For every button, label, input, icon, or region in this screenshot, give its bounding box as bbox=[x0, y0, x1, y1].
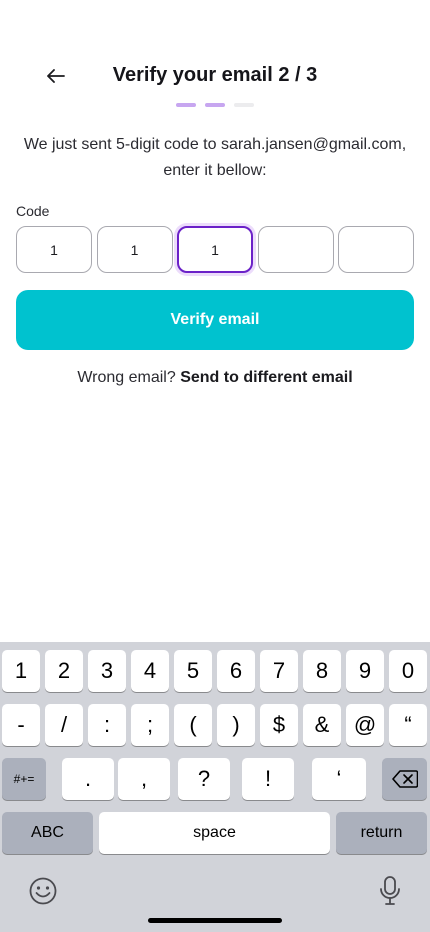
instructions-line-1: We just sent 5-digit code to sarah.janse… bbox=[23, 136, 407, 153]
code-input-row: 1 1 1 bbox=[16, 226, 414, 273]
key-slash[interactable]: / bbox=[45, 704, 83, 746]
key-5[interactable]: 5 bbox=[174, 650, 212, 692]
dictation-button[interactable] bbox=[378, 875, 402, 907]
key-close-paren[interactable]: ) bbox=[217, 704, 255, 746]
code-digit-2[interactable]: 1 bbox=[96, 226, 173, 273]
instructions-line-2: enter it bellow: bbox=[163, 162, 267, 179]
key-space[interactable]: space bbox=[99, 812, 330, 854]
code-digit-5[interactable] bbox=[338, 226, 414, 273]
code-digit-1[interactable]: 1 bbox=[16, 226, 92, 273]
progress-step-1 bbox=[176, 103, 196, 107]
progress-step-2 bbox=[205, 103, 225, 107]
key-8[interactable]: 8 bbox=[303, 650, 341, 692]
keyboard: 1 2 3 4 5 6 7 8 9 0 - / : ; ( ) $ & @ “ … bbox=[0, 642, 430, 932]
key-quote[interactable]: “ bbox=[389, 704, 427, 746]
step-progress bbox=[0, 103, 430, 107]
key-open-paren[interactable]: ( bbox=[174, 704, 212, 746]
code-digit-4[interactable] bbox=[257, 226, 334, 273]
key-at[interactable]: @ bbox=[346, 704, 384, 746]
microphone-icon bbox=[380, 876, 400, 905]
key-backspace[interactable] bbox=[382, 758, 427, 800]
key-period[interactable]: . bbox=[62, 758, 114, 800]
key-9[interactable]: 9 bbox=[346, 650, 384, 692]
key-question[interactable]: ? bbox=[178, 758, 230, 800]
key-6[interactable]: 6 bbox=[217, 650, 255, 692]
progress-step-3 bbox=[234, 103, 254, 107]
wrong-email-prompt: Wrong email? bbox=[77, 369, 176, 386]
key-1[interactable]: 1 bbox=[2, 650, 40, 692]
key-colon[interactable]: : bbox=[88, 704, 126, 746]
key-0[interactable]: 0 bbox=[389, 650, 427, 692]
key-return[interactable]: return bbox=[336, 812, 427, 854]
key-2[interactable]: 2 bbox=[45, 650, 83, 692]
key-ampersand[interactable]: & bbox=[303, 704, 341, 746]
code-digit-3[interactable]: 1 bbox=[177, 226, 253, 273]
send-to-different-email-link[interactable]: Send to different email bbox=[180, 369, 352, 386]
instructions: We just sent 5-digit code to sarah.janse… bbox=[0, 132, 430, 184]
verify-email-button[interactable]: Verify email bbox=[16, 290, 414, 350]
emoji-icon bbox=[29, 877, 57, 905]
header: Verify your email 2 / 3 bbox=[0, 56, 430, 96]
code-label: Code bbox=[16, 203, 50, 219]
home-indicator bbox=[148, 918, 282, 923]
key-semicolon[interactable]: ; bbox=[131, 704, 169, 746]
wrong-email-row: Wrong email? Send to different email bbox=[0, 369, 430, 387]
key-4[interactable]: 4 bbox=[131, 650, 169, 692]
backspace-icon bbox=[391, 770, 418, 788]
key-exclamation[interactable]: ! bbox=[242, 758, 294, 800]
key-symbols[interactable]: #+= bbox=[2, 758, 46, 800]
key-7[interactable]: 7 bbox=[260, 650, 298, 692]
page-title: Verify your email 2 / 3 bbox=[112, 64, 318, 86]
key-comma[interactable]: , bbox=[118, 758, 170, 800]
key-3[interactable]: 3 bbox=[88, 650, 126, 692]
key-dollar[interactable]: $ bbox=[260, 704, 298, 746]
key-apostrophe[interactable]: ‘ bbox=[312, 758, 366, 800]
key-hyphen[interactable]: - bbox=[2, 704, 40, 746]
emoji-button[interactable] bbox=[28, 876, 58, 906]
key-abc[interactable]: ABC bbox=[2, 812, 93, 854]
